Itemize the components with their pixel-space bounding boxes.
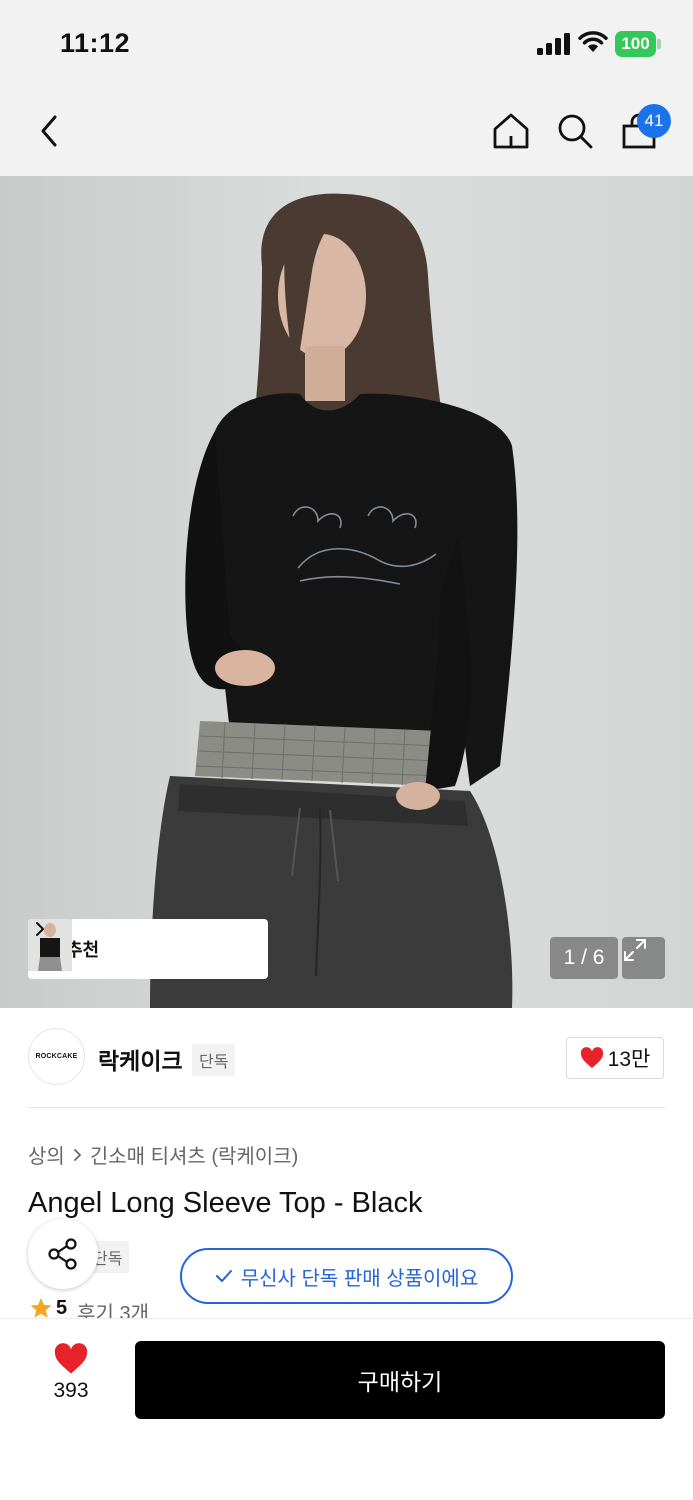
product-photo (0, 176, 693, 1008)
expand-image-button[interactable] (622, 937, 665, 979)
status-bar: 11:12 100 (0, 0, 693, 88)
wifi-icon (578, 31, 608, 52)
rating-score: 5 (56, 1297, 68, 1319)
top-navigation (0, 88, 693, 176)
breadcrumb: 상의 긴소매 티셔츠 (락케이크) (28, 1140, 298, 1169)
product-title: Angel Long Sleeve Top - Black (28, 1187, 423, 1219)
share-icon (48, 1238, 77, 1270)
expand-icon (624, 939, 646, 961)
image-page-counter: 1 / 6 (550, 937, 618, 979)
star-icon (30, 1298, 52, 1318)
brand-like-button[interactable]: 13만 (566, 1037, 664, 1079)
wishlist-count: 393 (53, 1379, 89, 1402)
cart-count-badge: 41 (637, 104, 671, 138)
back-button[interactable] (24, 106, 74, 156)
status-time: 11:12 (60, 28, 131, 58)
brand-row: ROCKCAKE 락케이크 단독 13만 (28, 1028, 665, 1086)
chevron-left-icon (41, 115, 57, 147)
ai-recommend-button[interactable]: AI 추천 (28, 919, 268, 979)
buy-button[interactable]: 구매하기 (135, 1341, 665, 1419)
heart-icon (54, 1343, 88, 1374)
brand-logo[interactable]: ROCKCAKE (28, 1028, 85, 1085)
share-button[interactable] (28, 1219, 98, 1289)
review-count: 후기 3개 (77, 1303, 150, 1319)
cellular-signal-icon (537, 33, 570, 55)
search-icon (558, 114, 593, 149)
battery-level: 100 (615, 31, 656, 57)
search-button[interactable] (550, 106, 600, 156)
exclusive-notice-text: 무신사 단독 판매 상품이에요 (240, 1267, 479, 1290)
exclusive-sale-notice: 무신사 단독 판매 상품이에요 (180, 1248, 513, 1304)
product-image-gallery[interactable]: AI 추천 1 / 6 (0, 176, 693, 1008)
chevron-right-icon (36, 922, 44, 936)
breadcrumb-item-category[interactable]: 상의 (28, 1140, 65, 1169)
home-button[interactable] (486, 106, 536, 156)
brand-exclusive-tag: 단독 (192, 1044, 236, 1076)
battery-indicator: 100 (615, 31, 661, 57)
home-icon (493, 113, 529, 149)
heart-icon (580, 1047, 603, 1068)
wishlist-button[interactable]: 393 (30, 1343, 112, 1423)
battery-cap (657, 39, 661, 49)
bottom-purchase-bar: 393 구매하기 (0, 1318, 693, 1500)
chevron-right-icon (73, 1148, 82, 1161)
rating-row[interactable]: 5 후기 3개 (30, 1297, 149, 1319)
brand-like-count: 13만 (607, 1048, 651, 1071)
breadcrumb-item-subcategory[interactable]: 긴소매 티셔츠 (락케이크) (90, 1140, 298, 1169)
check-icon (215, 1270, 232, 1282)
divider (28, 1107, 665, 1108)
brand-name-link[interactable]: 락케이크 (98, 1042, 183, 1076)
